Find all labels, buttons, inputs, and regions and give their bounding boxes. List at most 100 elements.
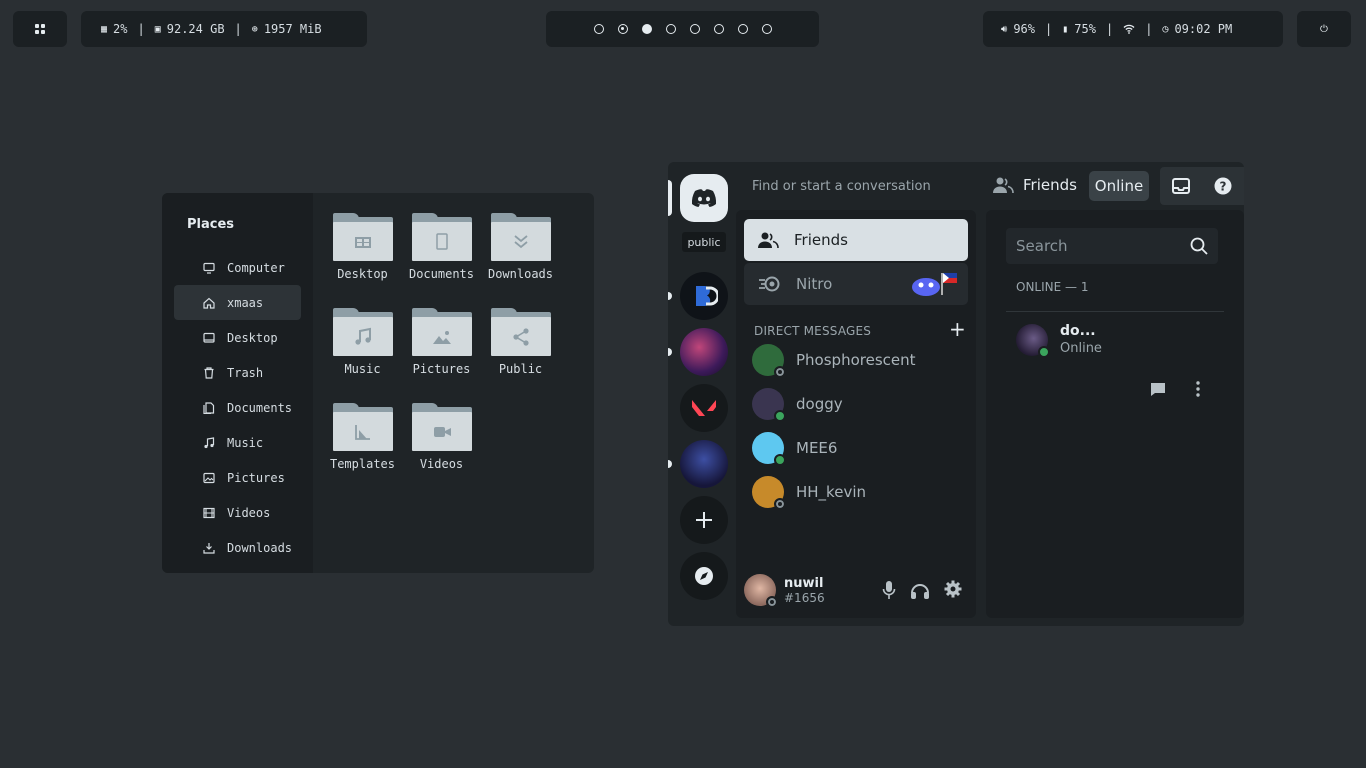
valorant-logo-icon	[692, 400, 716, 416]
folder-documents[interactable]: Documents	[402, 213, 481, 308]
folder-music[interactable]: Music	[323, 308, 402, 403]
server-icon-neon[interactable]	[680, 328, 728, 376]
microphone-icon[interactable]	[882, 580, 896, 600]
dm-status-indicator	[774, 498, 786, 510]
workspace-1[interactable]	[593, 24, 604, 34]
user-panel: nuwil #1656	[744, 572, 968, 608]
server-icon-b[interactable]	[680, 272, 728, 320]
unread-indicator	[668, 292, 672, 300]
folder-label: Templates	[329, 457, 396, 471]
dm-item[interactable]: MEE6	[752, 432, 837, 466]
unread-indicator	[668, 460, 672, 468]
server-icon-gaming[interactable]	[680, 440, 728, 488]
apps-grid-icon	[35, 24, 45, 34]
disk-icon: ▣	[154, 23, 161, 35]
place-xmaas[interactable]: xmaas	[174, 285, 301, 320]
more-options-icon[interactable]	[1196, 381, 1200, 397]
nav-friends[interactable]: Friends	[744, 219, 968, 261]
place-label: Desktop	[227, 330, 278, 345]
dm-item[interactable]: doggy	[752, 388, 843, 422]
online-count-header: ONLINE — 1	[1016, 280, 1089, 294]
places-sidebar: Places Computer xmaas Desktop Trash Document…	[162, 193, 313, 573]
battery-icon: ▮	[1062, 23, 1069, 35]
memory-value: 1957 MiB	[263, 22, 322, 36]
workspace-8[interactable]	[761, 24, 772, 34]
dm-avatar	[752, 388, 786, 422]
power-button[interactable]: ⏻	[1297, 11, 1351, 47]
nav-friends-label: Friends	[794, 231, 848, 249]
battery-indicator[interactable]: ▮ 75%	[1062, 22, 1096, 36]
folder-label: Public	[498, 362, 543, 376]
folder-videos[interactable]: Videos	[402, 403, 481, 498]
workspace-5[interactable]	[689, 24, 700, 34]
discord-logo-icon	[691, 189, 717, 207]
folder-pictures[interactable]: Pictures	[402, 308, 481, 403]
nav-nitro[interactable]: Nitro	[744, 263, 968, 305]
workspace-2[interactable]	[617, 24, 628, 34]
place-documents[interactable]: Documents	[174, 390, 301, 425]
workspace-7[interactable]	[737, 24, 748, 34]
place-label: Pictures	[227, 470, 285, 485]
volume-indicator[interactable]: 🔊︎ 96%	[1001, 22, 1035, 36]
server-icon-valorant[interactable]	[680, 384, 728, 432]
dm-item[interactable]: Phosphorescent	[752, 344, 916, 378]
nitro-icon	[759, 276, 780, 292]
clock[interactable]: ◷ 09:02 PM	[1162, 22, 1232, 36]
explore-servers-button[interactable]	[680, 552, 728, 600]
wifi-indicator[interactable]	[1123, 24, 1135, 34]
friends-icon	[758, 232, 779, 248]
discord-home-button[interactable]	[680, 174, 728, 222]
folder-public[interactable]: Public	[481, 308, 560, 403]
place-videos[interactable]: Videos	[174, 495, 301, 530]
cpu-icon: ▦	[101, 23, 108, 35]
volume-value: 96%	[1013, 22, 1035, 36]
find-conversation-input[interactable]: Find or start a conversation	[752, 179, 931, 194]
place-label: Videos	[227, 505, 271, 520]
add-server-button[interactable]	[680, 496, 728, 544]
friend-actions	[1150, 381, 1200, 397]
desktop-icon	[202, 331, 216, 345]
disk-value: 92.24 GB	[166, 22, 225, 36]
nav-nitro-label: Nitro	[796, 275, 833, 293]
place-label: Downloads	[227, 540, 293, 555]
workspace-6[interactable]	[713, 24, 724, 34]
downloads-folder-icon	[490, 213, 551, 261]
clock-value: 09:02 PM	[1174, 22, 1233, 36]
workspace-3[interactable]	[641, 24, 652, 34]
place-desktop[interactable]: Desktop	[174, 320, 301, 355]
volume-icon: 🔊︎	[1001, 23, 1008, 35]
user-avatar[interactable]	[744, 574, 778, 608]
place-downloads[interactable]: Downloads	[174, 530, 301, 565]
power-icon: ⏻	[1320, 23, 1328, 35]
folder-label: Desktop	[337, 267, 388, 281]
headphones-icon[interactable]	[910, 580, 930, 600]
inbox-icon[interactable]	[1172, 178, 1190, 194]
friends-search-input[interactable]: Search	[1006, 228, 1218, 264]
place-music[interactable]: Music	[174, 425, 301, 460]
friend-row[interactable]: do... Online	[1016, 323, 1102, 358]
help-icon[interactable]: ?	[1214, 177, 1232, 195]
place-computer[interactable]: Computer	[174, 250, 301, 285]
settings-gear-icon[interactable]	[944, 580, 962, 598]
dm-avatar	[752, 476, 786, 510]
online-tab[interactable]: Online	[1089, 171, 1149, 201]
launcher-button[interactable]	[13, 11, 67, 47]
public-folder-icon	[490, 308, 551, 356]
dm-item[interactable]: HH_kevin	[752, 476, 866, 510]
pictures-icon	[202, 471, 216, 485]
system-tray: 🔊︎ 96% | ▮ 75% | | ◷ 09:02 PM	[983, 11, 1283, 47]
dm-name: doggy	[796, 395, 843, 413]
server-list: public	[668, 162, 736, 626]
folder-templates[interactable]: Templates	[323, 403, 402, 498]
header-actions: ?	[1160, 167, 1244, 205]
workspace-switcher	[546, 11, 819, 47]
friends-panel: Search ONLINE — 1 do... Online	[986, 210, 1244, 618]
folder-downloads[interactable]: Downloads	[481, 213, 560, 308]
file-manager-window: Places Computer xmaas Desktop Trash Document…	[162, 193, 594, 573]
place-trash[interactable]: Trash	[174, 355, 301, 390]
create-dm-button[interactable]: +	[949, 319, 966, 339]
workspace-4[interactable]	[665, 24, 676, 34]
folder-desktop[interactable]: Desktop	[323, 213, 402, 308]
message-icon[interactable]	[1150, 381, 1166, 397]
place-pictures[interactable]: Pictures	[174, 460, 301, 495]
